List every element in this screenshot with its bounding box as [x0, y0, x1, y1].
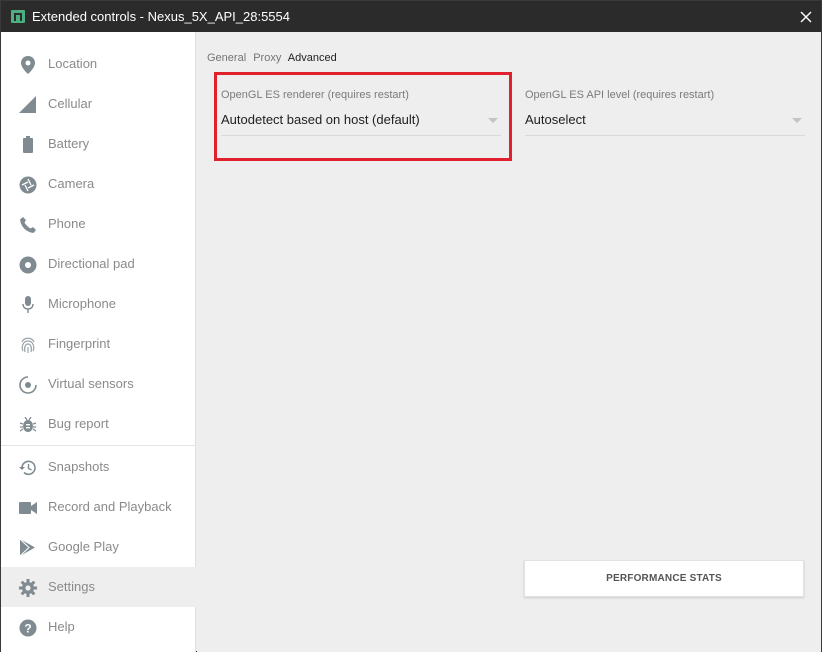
play-store-icon [18, 538, 37, 557]
sidebar-item-record-playback[interactable]: Record and Playback [1, 487, 196, 527]
sidebar-item-label: Google Play [48, 539, 119, 554]
tab-proxy[interactable]: Proxy [253, 52, 281, 64]
cellular-signal-icon [18, 95, 37, 114]
microphone-icon [18, 295, 37, 314]
sidebar-item-label: Cellular [48, 96, 93, 111]
settings-tabs: General Proxy Advanced [207, 52, 341, 64]
sidebar-item-label: Fingerprint [48, 336, 111, 351]
sidebar-item-label: Phone [48, 216, 86, 231]
opengl-renderer-value: Autodetect based on host (default) [221, 112, 420, 127]
emulator-app-icon [11, 10, 25, 23]
sidebar-divider [1, 445, 196, 446]
sidebar-item-snapshots[interactable]: Snapshots [1, 447, 196, 487]
sidebar-item-google-play[interactable]: Google Play [1, 527, 196, 567]
opengl-renderer-label: OpenGL ES renderer (requires restart) [221, 89, 409, 101]
close-icon [800, 11, 812, 22]
settings-panel: General Proxy Advanced OpenGL ES rendere… [197, 32, 821, 652]
location-pin-icon [18, 55, 37, 74]
sidebar: Location Cellular Battery Camera Phone D… [1, 32, 196, 652]
dropdown-arrow-icon [488, 118, 498, 123]
opengl-api-level-label: OpenGL ES API level (requires restart) [525, 89, 715, 101]
phone-icon [18, 215, 37, 234]
sidebar-item-help[interactable]: ? Help [1, 607, 196, 647]
extended-controls-window: Extended controls - Nexus_5X_API_28:5554… [0, 0, 822, 652]
window-title: Extended controls - Nexus_5X_API_28:5554 [32, 9, 291, 24]
sidebar-item-label: Virtual sensors [48, 376, 134, 391]
camera-aperture-icon [18, 175, 37, 194]
history-icon [18, 458, 37, 477]
sidebar-item-directional-pad[interactable]: Directional pad [1, 244, 196, 284]
sidebar-item-label: Directional pad [48, 256, 135, 271]
rotation-sensor-icon [18, 375, 37, 394]
performance-stats-button[interactable]: PERFORMANCE STATS [524, 560, 804, 597]
sidebar-item-label: Record and Playback [48, 499, 172, 514]
sidebar-item-fingerprint[interactable]: Fingerprint [1, 324, 196, 364]
sidebar-item-battery[interactable]: Battery [1, 124, 196, 164]
opengl-api-level-value: Autoselect [525, 112, 586, 127]
sidebar-item-label: Bug report [48, 416, 109, 431]
dropdown-arrow-icon [792, 118, 802, 123]
opengl-api-level-field: OpenGL ES API level (requires restart) A… [525, 89, 805, 136]
sidebar-item-label: Location [48, 56, 98, 71]
sidebar-item-cellular[interactable]: Cellular [1, 84, 196, 124]
tab-general[interactable]: General [207, 52, 246, 64]
sidebar-item-label: Battery [48, 136, 90, 151]
sidebar-item-microphone[interactable]: Microphone [1, 284, 196, 324]
sidebar-item-label: Camera [48, 176, 95, 191]
sidebar-item-label: Help [48, 619, 75, 634]
opengl-renderer-field: OpenGL ES renderer (requires restart) Au… [221, 89, 501, 136]
sidebar-item-label: Snapshots [48, 459, 110, 474]
dpad-icon [18, 255, 37, 274]
video-camera-icon [18, 498, 37, 517]
sidebar-item-phone[interactable]: Phone [1, 204, 196, 244]
fingerprint-icon [18, 335, 37, 354]
opengl-renderer-select[interactable]: Autodetect based on host (default) [221, 112, 501, 136]
tab-advanced[interactable]: Advanced [288, 52, 337, 64]
sidebar-item-bug-report[interactable]: Bug report [1, 404, 196, 444]
close-window-button[interactable] [791, 1, 821, 32]
svg-text:?: ? [24, 621, 31, 635]
bug-icon [18, 415, 37, 434]
sidebar-item-label: Settings [48, 579, 95, 594]
sidebar-item-camera[interactable]: Camera [1, 164, 196, 204]
gear-icon [18, 578, 37, 597]
battery-icon [18, 135, 37, 154]
title-bar: Extended controls - Nexus_5X_API_28:5554 [1, 1, 821, 32]
sidebar-item-settings[interactable]: Settings [1, 567, 196, 607]
help-icon: ? [18, 618, 37, 637]
sidebar-item-virtual-sensors[interactable]: Virtual sensors [1, 364, 196, 404]
sidebar-item-location[interactable]: Location [1, 44, 196, 84]
opengl-api-level-select[interactable]: Autoselect [525, 112, 805, 136]
sidebar-item-label: Microphone [48, 296, 116, 311]
